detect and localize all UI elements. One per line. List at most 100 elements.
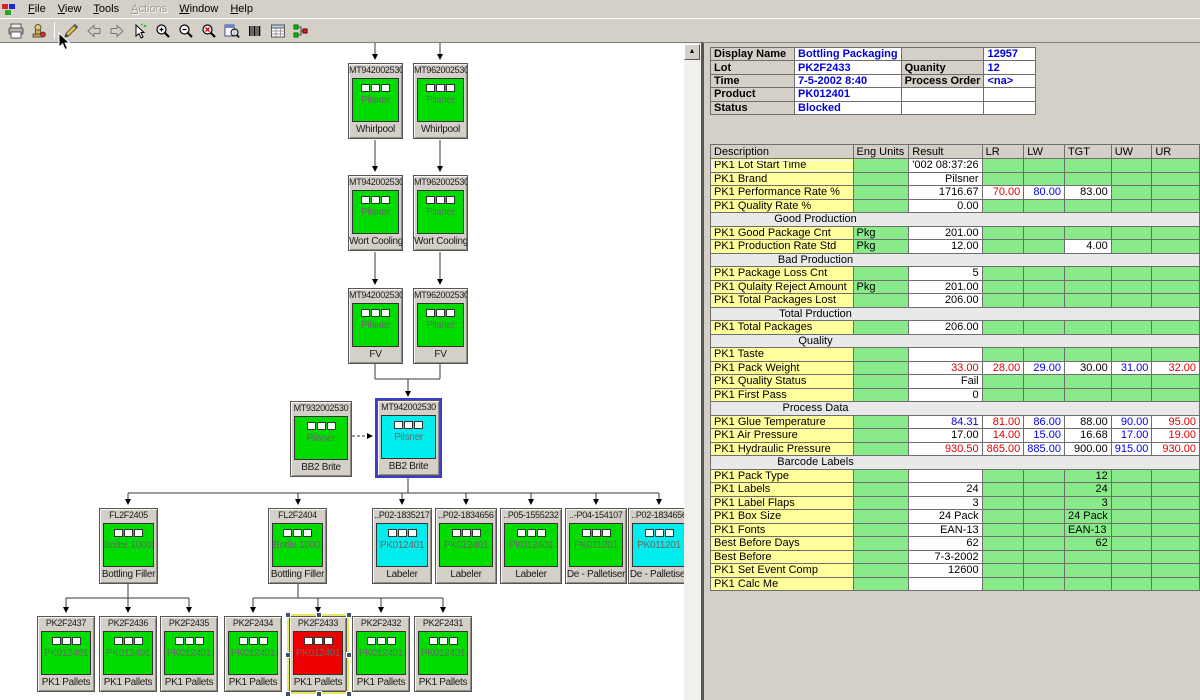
toolbar-button-datasheet[interactable] bbox=[266, 20, 289, 41]
lot-node[interactable]: MT962002530PilsnerWort Cooling bbox=[413, 175, 468, 251]
lr-cell[interactable] bbox=[982, 240, 1024, 254]
result-cell[interactable] bbox=[909, 577, 982, 591]
lr-cell[interactable] bbox=[982, 577, 1024, 591]
ur-cell[interactable] bbox=[1152, 294, 1200, 308]
lot-node[interactable]: PK2F2435PK012401PK1 Pallets bbox=[160, 616, 218, 692]
result-cell[interactable] bbox=[909, 348, 982, 362]
ur-cell[interactable]: 19.00 bbox=[1152, 429, 1200, 443]
lr-cell[interactable] bbox=[982, 280, 1024, 294]
tgt-cell[interactable]: 83.00 bbox=[1064, 186, 1111, 200]
tgt-cell[interactable] bbox=[1064, 159, 1111, 173]
result-cell[interactable]: 1716.67 bbox=[909, 186, 982, 200]
eng-units-cell[interactable] bbox=[853, 388, 909, 402]
result-cell[interactable]: 24 bbox=[909, 483, 982, 497]
lot-node[interactable]: ..P05-1555232PK012401Labeler bbox=[500, 508, 562, 584]
menu-item-help[interactable]: Help bbox=[224, 1, 259, 17]
uw-cell[interactable] bbox=[1111, 294, 1152, 308]
lw-cell[interactable] bbox=[1024, 550, 1065, 564]
result-cell[interactable]: 62 bbox=[909, 537, 982, 551]
tgt-cell[interactable]: 24 bbox=[1064, 483, 1111, 497]
ur-cell[interactable]: 95.00 bbox=[1152, 415, 1200, 429]
tgt-cell[interactable] bbox=[1064, 321, 1111, 335]
lw-cell[interactable] bbox=[1024, 537, 1065, 551]
lw-cell[interactable] bbox=[1024, 267, 1065, 281]
desc-cell[interactable]: PK1 Calc Me bbox=[711, 577, 854, 591]
lr-cell[interactable] bbox=[982, 172, 1024, 186]
uw-cell[interactable] bbox=[1111, 510, 1152, 524]
tgt-cell[interactable] bbox=[1064, 388, 1111, 402]
tgt-cell[interactable] bbox=[1064, 294, 1111, 308]
tgt-cell[interactable] bbox=[1064, 577, 1111, 591]
lw-cell[interactable]: 15.00 bbox=[1024, 429, 1065, 443]
eng-units-cell[interactable]: Pkg bbox=[853, 226, 909, 240]
lw-cell[interactable] bbox=[1024, 159, 1065, 173]
eng-units-cell[interactable] bbox=[853, 564, 909, 578]
result-cell[interactable]: 17.00 bbox=[909, 429, 982, 443]
lot-node[interactable]: FL2F2404Bottle 10003Bottling Filler bbox=[268, 508, 327, 584]
eng-units-cell[interactable] bbox=[853, 186, 909, 200]
eng-units-cell[interactable] bbox=[853, 442, 909, 456]
ur-cell[interactable] bbox=[1152, 564, 1200, 578]
lr-cell[interactable]: 865.00 bbox=[982, 442, 1024, 456]
desc-cell[interactable]: PK1 Qulaity Reject Amount bbox=[711, 280, 854, 294]
uw-cell[interactable]: 915.00 bbox=[1111, 442, 1152, 456]
ur-cell[interactable] bbox=[1152, 348, 1200, 362]
desc-cell[interactable]: PK1 Label Flaps bbox=[711, 496, 854, 510]
column-header-lw[interactable]: LW bbox=[1024, 145, 1065, 159]
tgt-cell[interactable]: 900.00 bbox=[1064, 442, 1111, 456]
eng-units-cell[interactable] bbox=[853, 172, 909, 186]
result-cell[interactable]: 930.50 bbox=[909, 442, 982, 456]
desc-cell[interactable]: Best Before bbox=[711, 550, 854, 564]
eng-units-cell[interactable] bbox=[853, 523, 909, 537]
lot-node[interactable]: MT962002530PilsnerFV bbox=[413, 288, 468, 364]
uw-cell[interactable] bbox=[1111, 226, 1152, 240]
tgt-cell[interactable]: EAN-13 bbox=[1064, 523, 1111, 537]
selection-handle[interactable] bbox=[346, 652, 352, 658]
uw-cell[interactable] bbox=[1111, 321, 1152, 335]
lw-cell[interactable] bbox=[1024, 469, 1065, 483]
uw-cell[interactable] bbox=[1111, 186, 1152, 200]
uw-cell[interactable]: 17.00 bbox=[1111, 429, 1152, 443]
menu-item-file[interactable]: File bbox=[22, 1, 52, 17]
eng-units-cell[interactable] bbox=[853, 483, 909, 497]
uw-cell[interactable] bbox=[1111, 159, 1152, 173]
ur-cell[interactable] bbox=[1152, 550, 1200, 564]
result-cell[interactable]: EAN-13 bbox=[909, 523, 982, 537]
desc-cell[interactable]: PK1 Total Packages Lost bbox=[711, 294, 854, 308]
tgt-cell[interactable] bbox=[1064, 564, 1111, 578]
ur-cell[interactable] bbox=[1152, 483, 1200, 497]
uw-cell[interactable] bbox=[1111, 496, 1152, 510]
lot-node[interactable]: PK2F2436PK012401PK1 Pallets bbox=[99, 616, 157, 692]
toolbar-button-zoom-out[interactable] bbox=[174, 20, 197, 41]
tgt-cell[interactable] bbox=[1064, 375, 1111, 389]
lot-node[interactable]: FL2F2405Bottle 10003Bottling Filler bbox=[99, 508, 158, 584]
lr-cell[interactable] bbox=[982, 199, 1024, 213]
desc-cell[interactable]: PK1 Set Event Comp bbox=[711, 564, 854, 578]
column-header-description[interactable]: Description bbox=[711, 145, 854, 159]
tgt-cell[interactable] bbox=[1064, 226, 1111, 240]
desc-cell[interactable]: PK1 Pack Type bbox=[711, 469, 854, 483]
ur-cell[interactable] bbox=[1152, 199, 1200, 213]
lw-cell[interactable] bbox=[1024, 199, 1065, 213]
ur-cell[interactable] bbox=[1152, 388, 1200, 402]
lw-cell[interactable] bbox=[1024, 510, 1065, 524]
ur-cell[interactable] bbox=[1152, 510, 1200, 524]
result-cell[interactable]: '002 08:37:26 bbox=[909, 159, 982, 173]
uw-cell[interactable] bbox=[1111, 537, 1152, 551]
lot-node[interactable]: ..-P04-154107PK011201De - Palletiser bbox=[565, 508, 627, 584]
selection-handle[interactable] bbox=[316, 612, 322, 618]
lr-cell[interactable] bbox=[982, 496, 1024, 510]
tgt-cell[interactable] bbox=[1064, 199, 1111, 213]
toolbar-button-zoom-off[interactable] bbox=[197, 20, 220, 41]
result-cell[interactable]: 24 Pack bbox=[909, 510, 982, 524]
lr-cell[interactable] bbox=[982, 550, 1024, 564]
desc-cell[interactable]: Best Before Days bbox=[711, 537, 854, 551]
desc-cell[interactable]: PK1 Quality Rate % bbox=[711, 199, 854, 213]
lw-cell[interactable] bbox=[1024, 483, 1065, 497]
toolbar-button-zoom-in[interactable] bbox=[151, 20, 174, 41]
desc-cell[interactable]: PK1 Production Rate Std bbox=[711, 240, 854, 254]
desc-cell[interactable]: PK1 Lot Start Time bbox=[711, 159, 854, 173]
ur-cell[interactable] bbox=[1152, 240, 1200, 254]
tgt-cell[interactable] bbox=[1064, 550, 1111, 564]
ur-cell[interactable] bbox=[1152, 537, 1200, 551]
